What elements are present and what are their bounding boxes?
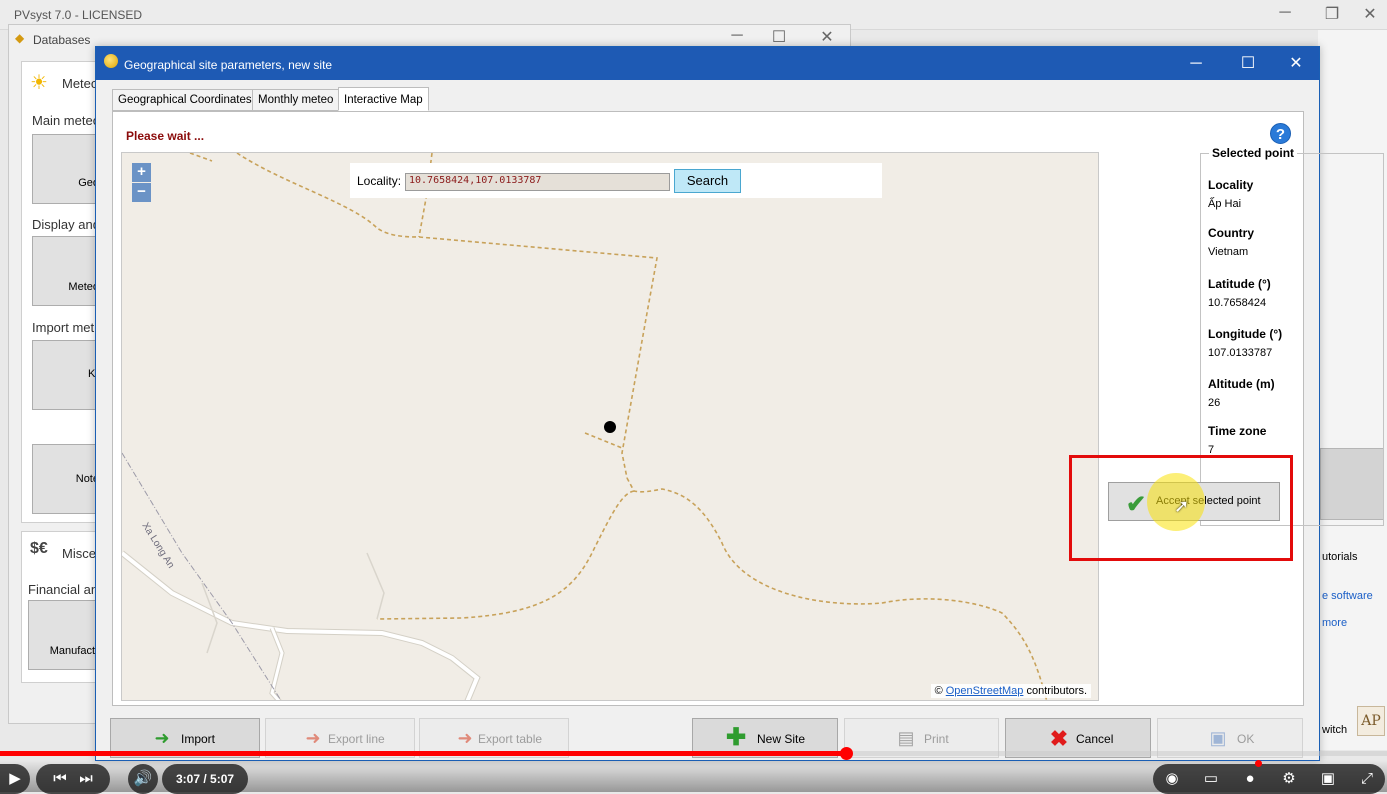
export-table-icon: ➜ — [457, 728, 473, 748]
camera-icon[interactable]: ◉ — [1157, 764, 1187, 794]
close-icon[interactable]: ✕ — [1355, 4, 1385, 24]
geo-tile-button[interactable]: Geo — [32, 134, 102, 204]
db-close-icon[interactable]: ✕ — [812, 27, 842, 47]
import-tile-button[interactable]: Kr — [32, 340, 102, 410]
database-icon: ◆ — [15, 31, 25, 45]
volume-icon[interactable]: 🔊 — [128, 764, 158, 794]
video-player-controls: ▶ ⏮ ⏭ 🔊 3:07 / 5:07 ◉ ▭ ● ⚙ ▣ ⤢ — [0, 760, 1387, 794]
db-maximize-icon[interactable]: ☐ — [764, 27, 794, 47]
export-line-icon: ➜ — [305, 728, 321, 748]
longitude-field-value: 107.0133787 — [1208, 347, 1273, 359]
tab-monthly-meteo[interactable]: Monthly meteo — [252, 89, 340, 111]
miniplayer-icon[interactable]: ▣ — [1313, 764, 1343, 794]
locality-search-box: Locality: 10.7658424,107.0133787 Search — [350, 163, 882, 198]
main-window-title: PVsyst 7.0 - LICENSED — [14, 8, 143, 22]
previous-icon[interactable]: ⏮ — [53, 770, 67, 787]
misc-section-title: Misce — [62, 546, 96, 561]
locality-input[interactable]: 10.7658424,107.0133787 — [405, 173, 670, 191]
import-arrow-icon: ➜ — [154, 728, 170, 748]
country-field-label: Country — [1208, 226, 1254, 240]
selected-point-marker — [604, 421, 616, 433]
maximize-icon[interactable]: ❐ — [1317, 4, 1347, 24]
video-progress-bar[interactable] — [0, 751, 1387, 756]
more-link[interactable]: more — [1322, 617, 1347, 629]
dialog-close-icon[interactable]: ✕ — [1276, 52, 1316, 76]
settings-gear-icon[interactable]: ⚙ — [1274, 764, 1304, 794]
interactive-map[interactable]: Xa Long An + − Locality: 10.7658424,107.… — [121, 152, 1099, 701]
autoplay-icon[interactable]: ● — [1235, 764, 1265, 794]
manufacturer-tile-button[interactable]: Manufact — [28, 600, 98, 670]
captions-icon[interactable]: ▭ — [1196, 764, 1226, 794]
databases-title: Databases — [33, 33, 91, 47]
import-meteo-label: Import met — [32, 320, 95, 335]
attribution-suffix: contributors. — [1026, 685, 1087, 697]
zoom-out-button[interactable]: − — [132, 183, 151, 202]
switch-label[interactable]: witch — [1322, 724, 1347, 736]
map-attribution: © OpenStreetMap contributors. — [930, 684, 1091, 698]
printer-icon: ▤ — [897, 728, 915, 748]
channel-logo: AP — [1357, 706, 1385, 736]
dialog-titlebar: Geographical site parameters, new site ─… — [96, 47, 1319, 80]
locality-field-label: Locality — [1208, 178, 1254, 192]
tab-geographical-coordinates[interactable]: Geographical Coordinates — [112, 89, 258, 111]
sun-cloud-icon: ☀ — [30, 72, 48, 94]
altitude-field-value: 26 — [1208, 397, 1221, 409]
dialog-title: Geographical site parameters, new site — [124, 58, 333, 72]
zoom-in-button[interactable]: + — [132, 163, 151, 182]
save-disk-icon: ▣ — [1209, 728, 1227, 748]
meteo-tile-button[interactable]: Meteo — [32, 236, 102, 306]
tab-interactive-map[interactable]: Interactive Map — [338, 87, 429, 111]
video-time: 3:07 / 5:07 — [162, 764, 249, 794]
db-minimize-icon[interactable]: ─ — [722, 27, 752, 45]
map-tiles: Xa Long An — [122, 153, 1048, 700]
dialog-maximize-icon[interactable]: ☐ — [1228, 52, 1268, 76]
cancel-x-icon: ✖ — [1049, 726, 1069, 751]
software-link[interactable]: e software — [1322, 590, 1373, 602]
display-label: Display and — [32, 217, 100, 232]
openstreetmap-link[interactable]: OpenStreetMap — [946, 685, 1024, 697]
dashed-tracks — [189, 153, 1048, 700]
country-field-value: Vietnam — [1208, 246, 1249, 258]
longitude-field-label: Longitude (°) — [1208, 327, 1283, 341]
selected-point-legend: Selected point — [1209, 146, 1298, 160]
play-icon[interactable]: ▶ — [0, 764, 30, 794]
next-icon[interactable]: ⏭ — [79, 770, 93, 787]
pvsyst-app-icon — [104, 54, 118, 68]
notification-dot — [1255, 760, 1262, 767]
financial-label: Financial an — [28, 582, 99, 597]
dialog-minimize-icon[interactable]: ─ — [1176, 52, 1216, 76]
locality-field-value: Ấp Hai — [1208, 198, 1242, 210]
locality-label: Locality: — [357, 174, 402, 188]
misc-panel: $€ Misce Financial an Manufact — [21, 531, 101, 683]
prev-next-controls: ⏮ ⏭ — [36, 764, 110, 794]
minimize-icon[interactable]: ─ — [1270, 4, 1300, 22]
main-meteo-label: Main meteo — [32, 113, 100, 128]
meteo-panel: ☀ Meteo Main meteo Geo Display and Meteo… — [21, 61, 102, 523]
geographical-site-dialog: Geographical site parameters, new site ─… — [95, 46, 1384, 761]
fullscreen-icon[interactable]: ⤢ — [1352, 764, 1382, 794]
meteo-section-title: Meteo — [62, 76, 99, 91]
video-progress-fill — [0, 751, 847, 756]
please-wait-message: Please wait ... — [126, 129, 205, 143]
help-icon[interactable]: ? — [1270, 123, 1291, 144]
altitude-field-label: Altitude (m) — [1208, 377, 1275, 391]
timezone-field-label: Time zone — [1208, 424, 1267, 438]
interactive-map-tab-body: Please wait ... ? Xa Long An + − Localit… — [112, 111, 1384, 706]
player-right-controls: ◉ ▭ ● ⚙ ▣ ⤢ — [1153, 764, 1385, 794]
search-button[interactable]: Search — [674, 169, 741, 193]
plus-icon: ✚ — [725, 724, 747, 751]
annotation-highlight-box — [1069, 455, 1293, 561]
road-label: Xa Long An — [139, 521, 176, 571]
currency-icon: $€ — [30, 540, 48, 557]
tutorials-link[interactable]: utorials — [1322, 551, 1357, 563]
latitude-field-value: 10.7658424 — [1208, 297, 1267, 309]
copyright-symbol: © — [934, 685, 943, 697]
video-progress-knob[interactable] — [840, 747, 854, 760]
note-tile-button[interactable]: Note — [32, 444, 102, 514]
latitude-field-label: Latitude (°) — [1208, 277, 1271, 291]
